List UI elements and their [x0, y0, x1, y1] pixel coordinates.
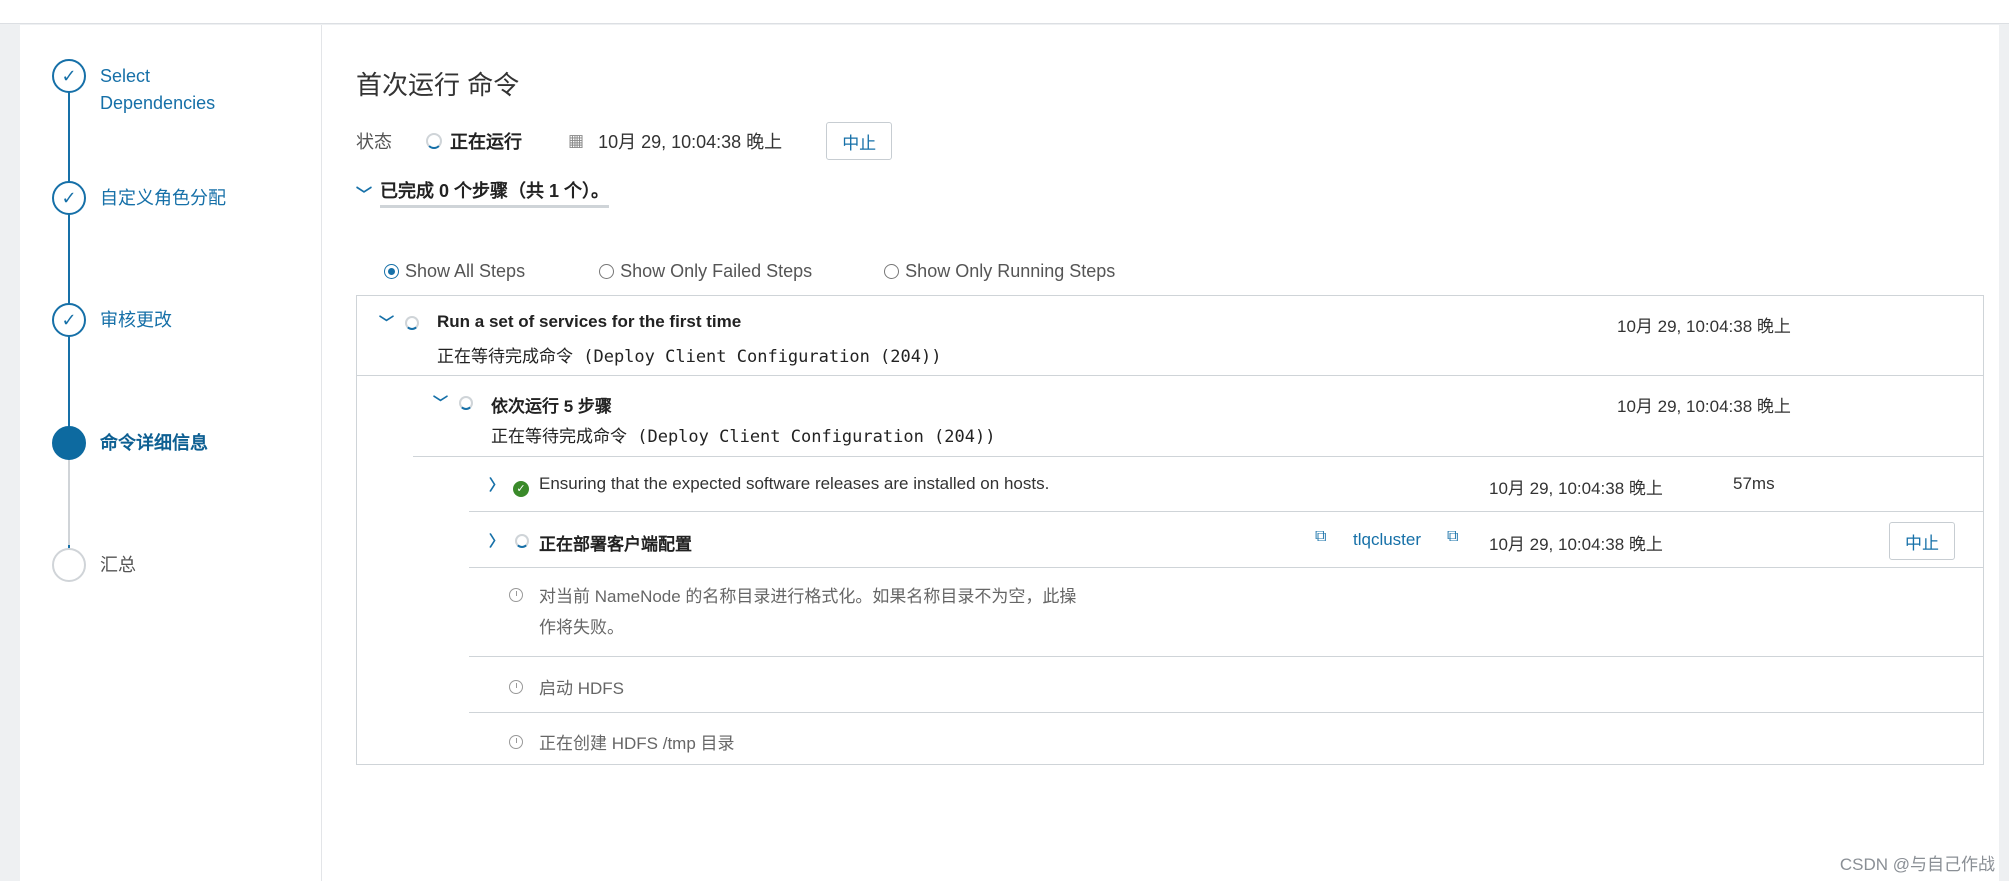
wizard-panel: ✓ Select Dependencies ✓ 自定义角色分配 ✓ 审核更改 命…	[20, 25, 1999, 881]
chevron-down-icon: ﹀	[356, 186, 373, 204]
status-value: 正在运行	[450, 132, 522, 152]
step-row-create-tmp: 正在创建 HDFS /tmp 目录	[509, 729, 1509, 755]
stepper-label: 审核更改	[100, 310, 172, 330]
active-step-icon	[52, 426, 86, 460]
stepper-label: 命令详细信息	[100, 433, 208, 453]
step-detail: 正在等待完成命令 (Deploy Client Configuration (2…	[437, 347, 942, 367]
spinner-icon	[405, 316, 420, 330]
chevron-right-icon[interactable]: 〉	[489, 474, 504, 495]
divider	[413, 456, 1983, 457]
step-filter-group: Show All Steps Show Only Failed Steps Sh…	[384, 261, 1187, 282]
step-row-software-check: 〉 ✓ Ensuring that the expected software …	[489, 474, 1969, 500]
step-row-root: ﹀ Run a set of services for the first ti…	[379, 312, 1969, 372]
divider	[469, 656, 1983, 657]
stepper-item-select-dependencies[interactable]: ✓ Select Dependencies	[52, 59, 270, 117]
step-duration: 57ms	[1733, 474, 1775, 493]
external-link-icon[interactable]: ⧉	[1315, 528, 1326, 546]
watermark: CSDN @与自己作战	[1839, 855, 1995, 874]
filter-label: Show Only Running Steps	[905, 261, 1116, 281]
step-row-sequence: ﹀ 依次运行 5 步骤 正在等待完成命令 (Deploy Client Conf…	[433, 392, 1973, 452]
filter-label: Show All Steps	[405, 261, 526, 281]
spinner-icon	[426, 133, 442, 149]
start-time: 10月 29, 10:04:38 晚上	[598, 132, 783, 152]
step-title-line2: 作将失败。	[539, 618, 624, 637]
cluster-link[interactable]: tlqcluster	[1353, 530, 1421, 550]
step-row-format-namenode: 对当前 NameNode 的名称目录进行格式化。如果名称目录不为空，此操 作将失…	[509, 582, 1509, 642]
stepper-line-todo	[68, 445, 70, 545]
steps-tree: ﹀ Run a set of services for the first ti…	[356, 295, 1984, 765]
divider	[469, 567, 1983, 568]
abort-button[interactable]: 中止	[826, 122, 893, 160]
chevron-right-icon[interactable]: 〉	[489, 530, 504, 551]
radio-icon[interactable]	[884, 264, 900, 279]
step-title: 正在创建 HDFS /tmp 目录	[539, 734, 735, 753]
stepper-label: 自定义角色分配	[100, 188, 226, 208]
clock-icon	[509, 680, 523, 694]
step-title: Run a set of services for the first time	[437, 312, 742, 331]
filter-running-steps[interactable]: Show Only Running Steps	[884, 261, 1115, 282]
spinner-icon	[515, 534, 530, 548]
divider	[469, 712, 1983, 713]
stepper-item-role-assignment[interactable]: ✓ 自定义角色分配	[52, 181, 270, 215]
step-title-line1: 对当前 NameNode 的名称目录进行格式化。如果名称目录不为空，此操	[539, 587, 1077, 606]
step-title: Ensuring that the expected software rele…	[539, 474, 1050, 493]
stepper-item-review-changes[interactable]: ✓ 审核更改	[52, 303, 270, 337]
status-label: 状态	[356, 132, 392, 152]
chevron-down-icon[interactable]: ﹀	[379, 312, 394, 333]
step-time: 10月 29, 10:04:38 晚上	[1617, 397, 1791, 416]
divider	[469, 511, 1983, 512]
wizard-stepper: ✓ Select Dependencies ✓ 自定义角色分配 ✓ 审核更改 命…	[20, 25, 322, 881]
filter-failed-steps[interactable]: Show Only Failed Steps	[599, 261, 812, 282]
divider	[357, 375, 1983, 376]
stepper-label: 汇总	[100, 555, 136, 575]
stepper-item-summary: 汇总	[52, 548, 270, 582]
page-title: 首次运行 命令	[356, 70, 520, 100]
step-row-deploy-client-config: 〉 正在部署客户端配置 ⧉ tlqcluster ⧉ 10月 29, 10:04…	[489, 522, 1969, 562]
stepper-label: Select Dependencies	[100, 66, 216, 113]
radio-selected-icon[interactable]	[384, 264, 399, 279]
clock-icon	[509, 588, 523, 602]
step-time: 10月 29, 10:04:38 晚上	[1617, 317, 1791, 336]
top-bar	[0, 0, 2009, 24]
step-title: 正在部署客户端配置	[539, 535, 692, 554]
step-time: 10月 29, 10:04:38 晚上	[1489, 479, 1663, 498]
check-icon: ✓	[52, 303, 86, 337]
step-title: 依次运行 5 步骤	[491, 397, 612, 416]
step-time: 10月 29, 10:04:38 晚上	[1489, 535, 1663, 554]
chevron-down-icon[interactable]: ﹀	[433, 392, 448, 413]
pending-step-icon	[52, 548, 86, 582]
radio-icon[interactable]	[599, 264, 615, 279]
check-icon: ✓	[52, 59, 86, 93]
stepper-item-command-details[interactable]: 命令详细信息	[52, 426, 270, 460]
step-title: 启动 HDFS	[539, 679, 624, 698]
filter-label: Show Only Failed Steps	[620, 261, 813, 281]
status-row: 状态 正在运行 ▦ 10月 29, 10:04:38 晚上 中止	[356, 121, 1056, 161]
steps-summary-toggle[interactable]: ﹀ 已完成 0 个步骤（共 1 个）。	[356, 177, 610, 208]
steps-summary: 已完成 0 个步骤（共 1 个）。	[380, 177, 610, 208]
check-circle-icon: ✓	[513, 480, 530, 497]
external-link-icon[interactable]: ⧉	[1447, 528, 1458, 546]
calendar-icon: ▦	[568, 131, 585, 150]
step-row-start-hdfs: 启动 HDFS	[509, 674, 1509, 700]
check-icon: ✓	[52, 181, 86, 215]
abort-step-button[interactable]: 中止	[1889, 522, 1955, 560]
filter-all-steps[interactable]: Show All Steps	[384, 261, 525, 282]
step-detail: 正在等待完成命令 (Deploy Client Configuration (2…	[491, 427, 996, 447]
spinner-icon	[459, 396, 474, 410]
clock-icon	[509, 735, 523, 749]
